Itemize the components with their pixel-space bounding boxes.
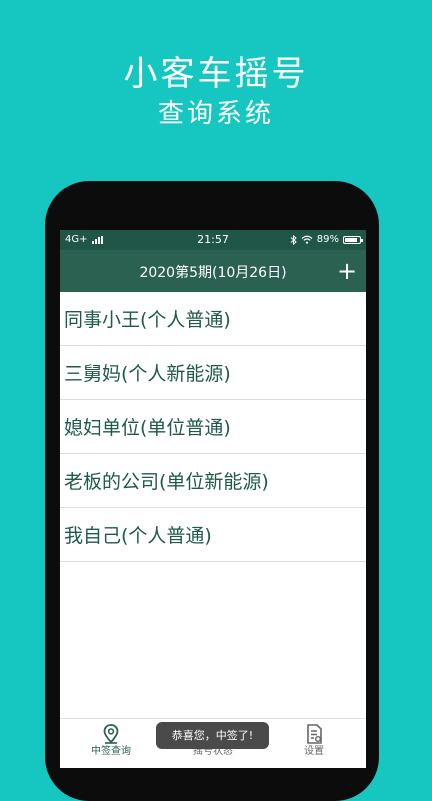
battery-icon xyxy=(343,235,363,244)
tab-settings[interactable]: 设置 xyxy=(269,723,359,759)
promo-subtitle: 查询系统 xyxy=(157,99,274,129)
nav-title: 2020第5期(10月26日) xyxy=(139,265,287,281)
battery-percent: 89% xyxy=(316,234,339,245)
settings-document-icon xyxy=(307,724,322,744)
list-item[interactable]: 老板的公司(单位新能源) xyxy=(60,454,366,508)
location-pin-icon xyxy=(103,724,119,744)
toast-message: 恭喜您，中签了! xyxy=(156,722,269,749)
battery-fill xyxy=(345,237,357,242)
record-list: 同事小王(个人普通) 三舅妈(个人新能源) 媳妇单位(单位普通) 老板的公司(单… xyxy=(60,292,366,562)
list-item[interactable]: 三舅妈(个人新能源) xyxy=(60,346,366,400)
tab-label: 设置 xyxy=(304,746,324,757)
tab-query[interactable]: 中签查询 xyxy=(66,723,156,759)
promo-title: 小客车摇号 xyxy=(123,54,309,94)
status-bar: 4G+ 21:57 89% xyxy=(60,230,366,250)
wifi-icon xyxy=(301,235,313,244)
nav-bar: 2020第5期(10月26日) + xyxy=(60,250,366,292)
phone-screen: 4G+ 21:57 89% 2020第5期(10月26日) + 同事小王(个人普… xyxy=(60,230,366,768)
list-item[interactable]: 我自己(个人普通) xyxy=(60,508,366,562)
list-item[interactable]: 同事小王(个人普通) xyxy=(60,292,366,346)
status-right: 89% xyxy=(290,234,363,245)
tab-label: 中签查询 xyxy=(91,746,131,757)
add-button[interactable]: + xyxy=(332,256,362,286)
bluetooth-icon xyxy=(290,234,297,245)
list-item[interactable]: 媳妇单位(单位普通) xyxy=(60,400,366,454)
